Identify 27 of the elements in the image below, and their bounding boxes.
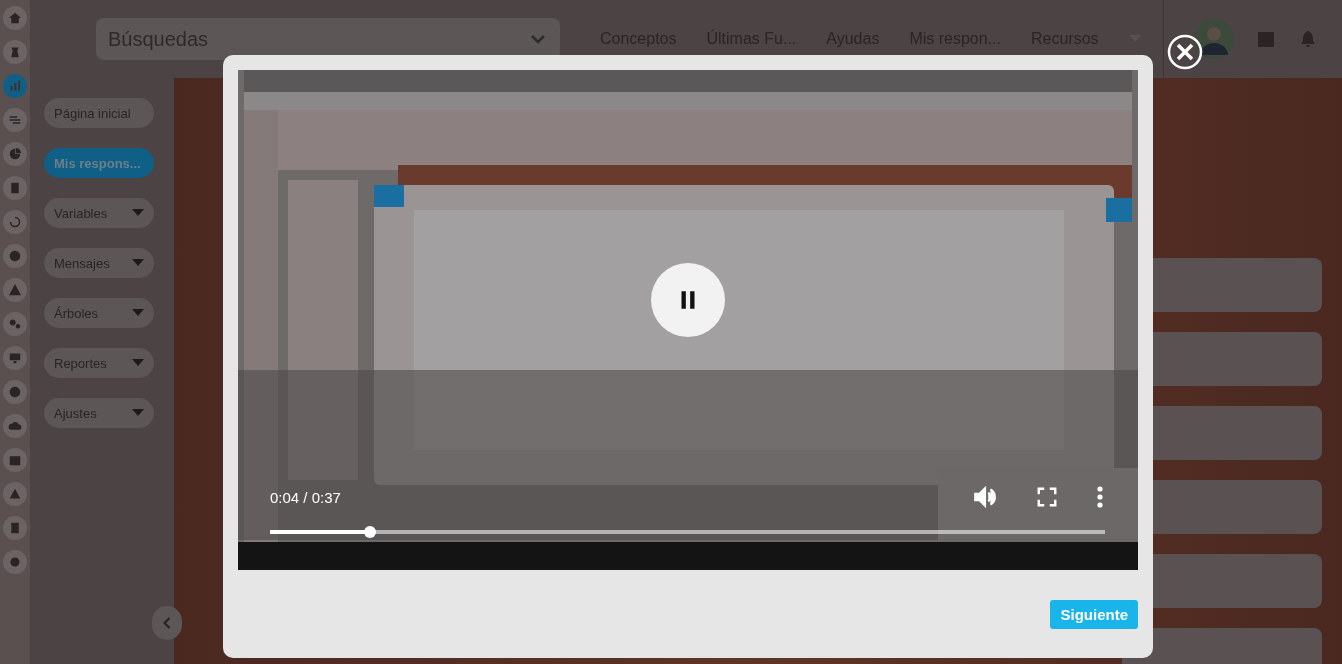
sidebar-icon-button[interactable] — [3, 74, 27, 98]
sidebar-icon-button[interactable] — [3, 142, 27, 166]
sidebar-icon-button[interactable] — [3, 380, 27, 404]
sidebar-icon-button[interactable] — [3, 482, 27, 506]
sidebar-icon-button[interactable] — [3, 176, 27, 200]
next-button[interactable]: Siguiente — [1050, 600, 1138, 629]
sidebar-icon-button[interactable] — [3, 244, 27, 268]
sidebar-icon-button[interactable] — [3, 516, 27, 540]
volume-icon[interactable] — [972, 484, 998, 510]
fullscreen-icon[interactable] — [1036, 486, 1058, 508]
chevron-left-icon — [162, 616, 172, 630]
avatar[interactable] — [1194, 19, 1234, 59]
sidebar-icon-button[interactable] — [3, 40, 27, 64]
sidebar-icon-button[interactable] — [3, 414, 27, 438]
sidebar-icon-button[interactable] — [3, 210, 27, 234]
video-time: 0:04 / 0:37 — [270, 488, 341, 506]
sidebar-icon-button[interactable] — [3, 550, 27, 574]
notification-bell-icon[interactable] — [1298, 28, 1318, 50]
more-options-icon[interactable] — [1096, 485, 1104, 509]
sidebar-icon-button[interactable] — [3, 6, 27, 30]
sidebar-icon-button[interactable] — [3, 108, 27, 132]
sidebar-icon-button[interactable] — [3, 448, 27, 472]
sidebar-icon-button[interactable] — [3, 312, 27, 336]
menu-item[interactable]: Mis respons... — [44, 148, 154, 178]
close-icon[interactable] — [1167, 34, 1203, 70]
sidebar-icon-button[interactable] — [3, 346, 27, 370]
sidebar-icon-button[interactable] — [3, 278, 27, 302]
